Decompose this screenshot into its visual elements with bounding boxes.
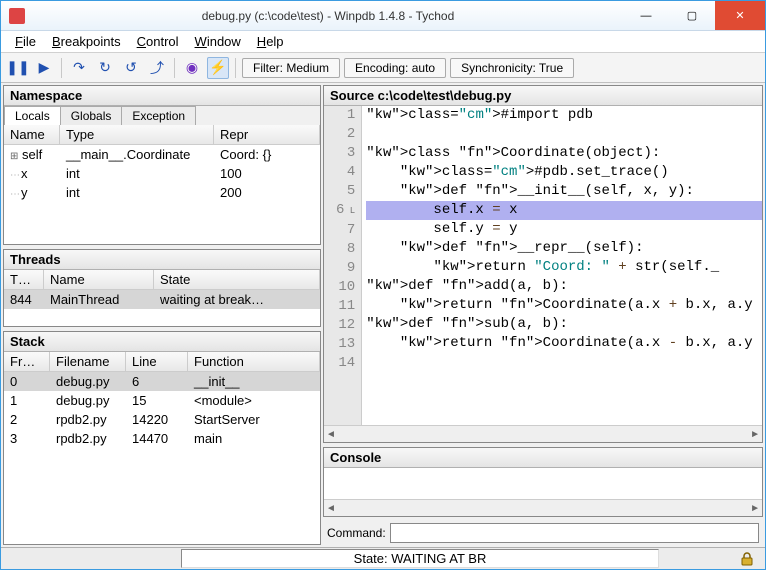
stack-title: Stack xyxy=(4,332,320,352)
ns-header-type[interactable]: Type xyxy=(60,125,214,145)
statusbar: State: WAITING AT BR xyxy=(1,547,765,569)
tab-exception[interactable]: Exception xyxy=(121,106,196,125)
console-panel: Console xyxy=(323,447,763,517)
stack-row[interactable]: 0 debug.py 6 __init__ xyxy=(4,372,320,391)
tab-globals[interactable]: Globals xyxy=(60,106,123,125)
console-scrollbar[interactable] xyxy=(324,499,762,516)
expand-icon[interactable]: ⊞ xyxy=(10,151,22,162)
ns-row[interactable]: x int 100 xyxy=(4,164,320,183)
st-header-frame[interactable]: Fr… xyxy=(4,352,50,372)
menu-window[interactable]: Window xyxy=(189,32,247,51)
pause-icon[interactable]: ❚❚ xyxy=(7,57,29,79)
namespace-panel: Namespace Locals Globals Exception Name … xyxy=(3,85,321,245)
toolbar: ❚❚ ▶ ↷ ↻ ↺ ⤴ ◉ ⚡ Filter: Medium Encoding… xyxy=(1,53,765,83)
status-state: State: WAITING AT BR xyxy=(181,549,659,568)
titlebar: debug.py (c:\code\test) - Winpdb 1.4.8 -… xyxy=(1,1,765,31)
line-gutter: 123456 L7891011121314 xyxy=(324,106,362,425)
go-icon[interactable]: ▶ xyxy=(33,57,55,79)
exception-icon[interactable]: ◉ xyxy=(181,57,203,79)
st-header-line[interactable]: Line xyxy=(126,352,188,372)
close-button[interactable]: ✕ xyxy=(715,1,765,30)
minimize-button[interactable]: — xyxy=(623,1,669,30)
sync-button[interactable]: Synchronicity: True xyxy=(450,58,574,78)
break-icon[interactable]: ⚡ xyxy=(207,57,229,79)
command-label: Command: xyxy=(327,526,386,540)
menubar: File Breakpoints Control Window Help xyxy=(1,31,765,53)
ns-row[interactable]: y int 200 xyxy=(4,183,320,202)
stack-row[interactable]: 1 debug.py 15 <module> xyxy=(4,391,320,410)
th-header-tid[interactable]: T… xyxy=(4,270,44,290)
ns-header-repr[interactable]: Repr xyxy=(214,125,320,145)
menu-breakpoints[interactable]: Breakpoints xyxy=(46,32,127,51)
console-title: Console xyxy=(324,448,762,468)
menu-file[interactable]: File xyxy=(9,32,42,51)
run-to-icon[interactable]: ⤴ xyxy=(146,57,168,79)
lock-icon xyxy=(739,551,755,567)
source-editor[interactable]: 123456 L7891011121314 "kw">class="cm">#i… xyxy=(324,106,762,425)
command-row: Command: xyxy=(323,521,763,545)
st-header-function[interactable]: Function xyxy=(188,352,320,372)
th-header-name[interactable]: Name xyxy=(44,270,154,290)
st-header-filename[interactable]: Filename xyxy=(50,352,126,372)
window-title: debug.py (c:\code\test) - Winpdb 1.4.8 -… xyxy=(33,9,623,23)
step-out-icon[interactable]: ↺ xyxy=(120,57,142,79)
ns-row[interactable]: ⊞self __main__.Coordinate Coord: {} xyxy=(4,145,320,164)
thread-row[interactable]: 844 MainThread waiting at break… xyxy=(4,290,320,309)
step-into-icon[interactable]: ↷ xyxy=(68,57,90,79)
maximize-button[interactable]: ▢ xyxy=(669,1,715,30)
step-over-icon[interactable]: ↻ xyxy=(94,57,116,79)
th-header-state[interactable]: State xyxy=(154,270,320,290)
threads-title: Threads xyxy=(4,250,320,270)
filter-button[interactable]: Filter: Medium xyxy=(242,58,340,78)
threads-panel: Threads T… Name State 844 MainThread wai… xyxy=(3,249,321,327)
console-output[interactable] xyxy=(324,468,762,499)
encoding-button[interactable]: Encoding: auto xyxy=(344,58,446,78)
app-icon xyxy=(9,8,25,24)
source-title: Source c:\code\test\debug.py xyxy=(324,86,762,106)
stack-panel: Stack Fr… Filename Line Function 0 debug… xyxy=(3,331,321,545)
command-input[interactable] xyxy=(390,523,759,543)
stack-row[interactable]: 2 rpdb2.py 14220 StartServer xyxy=(4,410,320,429)
stack-row[interactable]: 3 rpdb2.py 14470 main xyxy=(4,429,320,448)
horizontal-scrollbar[interactable] xyxy=(324,425,762,442)
code-area[interactable]: "kw">class="cm">#import pdb"kw">class "f… xyxy=(362,106,762,425)
menu-control[interactable]: Control xyxy=(131,32,185,51)
tab-locals[interactable]: Locals xyxy=(4,106,61,125)
menu-help[interactable]: Help xyxy=(251,32,290,51)
namespace-title: Namespace xyxy=(4,86,320,106)
source-panel: Source c:\code\test\debug.py 123456 L789… xyxy=(323,85,763,443)
ns-header-name[interactable]: Name xyxy=(4,125,60,145)
